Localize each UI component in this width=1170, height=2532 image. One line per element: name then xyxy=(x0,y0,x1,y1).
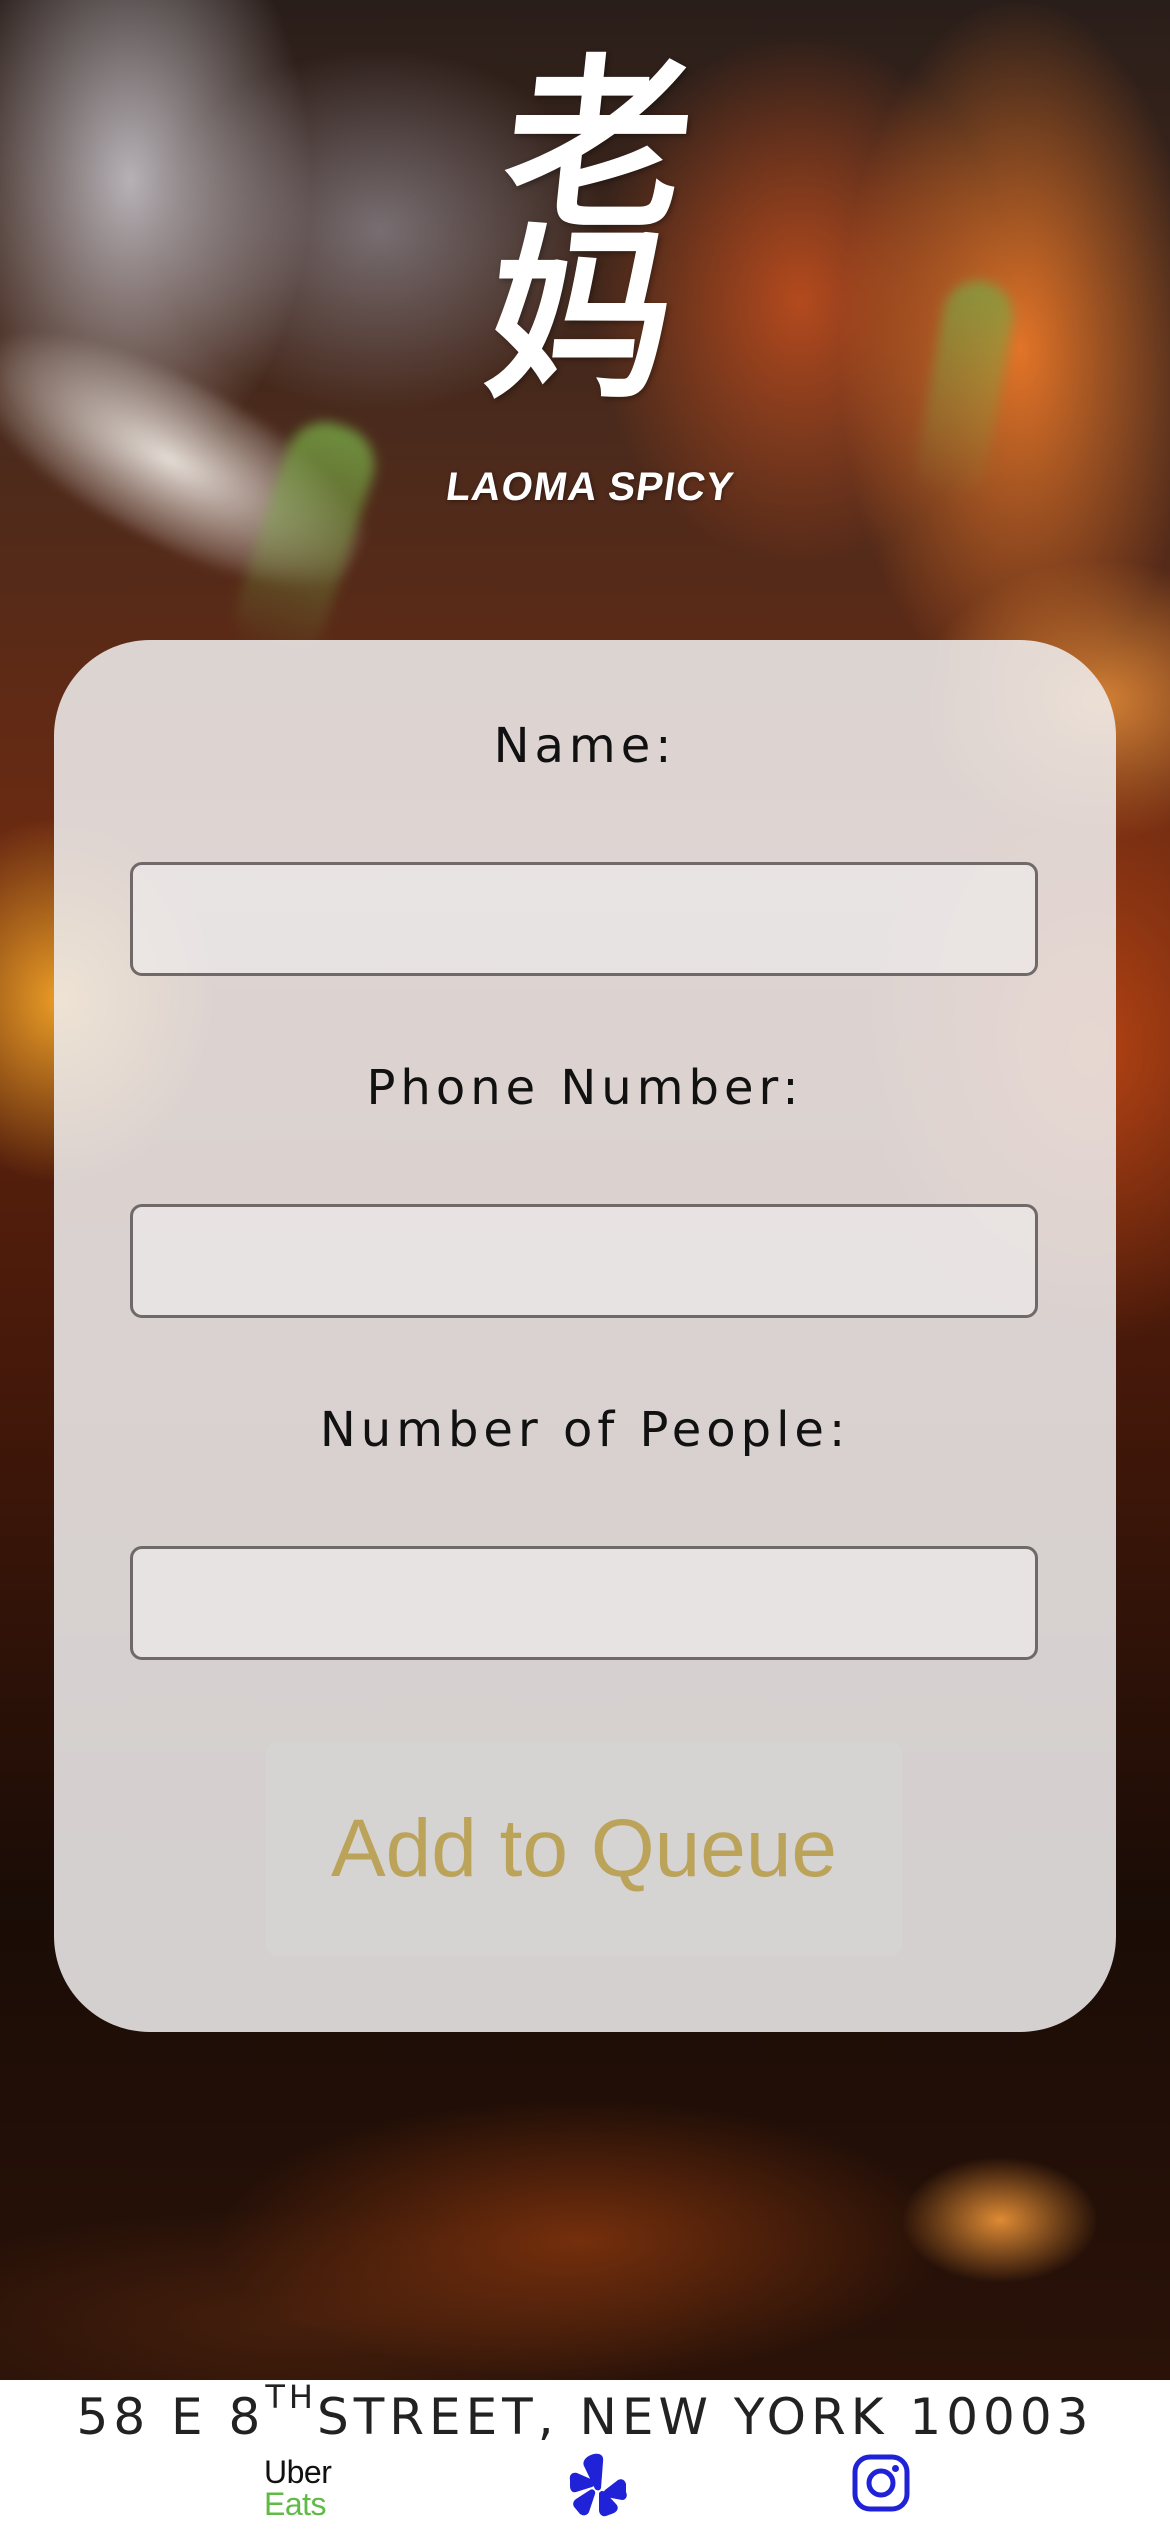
people-input[interactable] xyxy=(130,1546,1038,1660)
uber-eats-text-eats: Eats xyxy=(264,2486,327,2522)
phone-label: Phone Number: xyxy=(366,1060,804,1116)
restaurant-logo: 老妈 LAOMA SPICY xyxy=(430,36,750,540)
uber-eats-icon[interactable]: Uber Eats xyxy=(264,2456,354,2522)
uber-eats-text-uber: Uber xyxy=(264,2454,332,2490)
name-label: Name: xyxy=(493,718,677,774)
name-input[interactable] xyxy=(130,862,1038,976)
instagram-icon[interactable] xyxy=(852,2454,910,2512)
add-to-queue-button[interactable]: Add to Queue xyxy=(266,1742,902,1956)
address-suffix: STREET, NEW YORK 10003 xyxy=(316,2388,1094,2446)
address-prefix: 58 E 8 xyxy=(76,2388,266,2446)
logo-calligraphy: 老妈 xyxy=(477,36,703,424)
yelp-icon[interactable] xyxy=(568,2452,628,2518)
people-label: Number of People: xyxy=(319,1402,851,1458)
address: 58 E 8THSTREET, NEW YORK 10003 xyxy=(0,2381,1170,2446)
footer: 58 E 8THSTREET, NEW YORK 10003 Uber Eats xyxy=(0,2380,1170,2532)
logo-subtitle: LAOMA SPICY xyxy=(443,465,737,509)
queue-form: Name: Phone Number: Number of People: Ad… xyxy=(54,640,1116,2032)
address-ordinal: TH xyxy=(265,2378,317,2416)
phone-input[interactable] xyxy=(130,1204,1038,1318)
background-greens xyxy=(911,275,1019,505)
